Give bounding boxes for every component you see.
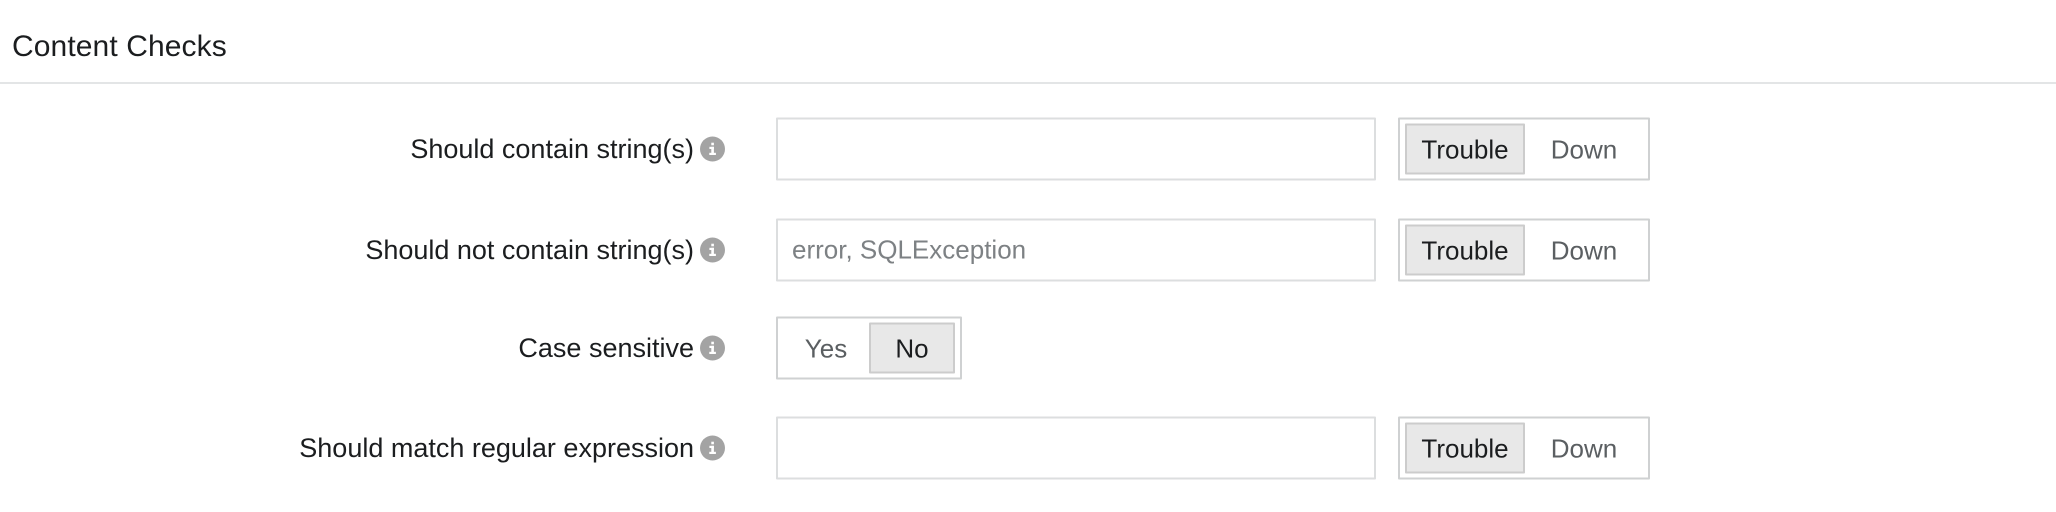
severity-option-trouble[interactable]: Trouble [1405,224,1525,276]
panel-header: Content Checks [0,0,2056,84]
label-should-match-regex: Should match regular expression [299,433,694,463]
label-should-contain: Should contain string(s) [410,134,694,164]
form-row-should-contain: Should contain string(s) Trouble Down [0,104,2056,194]
case-sensitive-option-yes[interactable]: Yes [783,323,869,374]
severity-option-down[interactable]: Down [1525,423,1643,474]
severity-toggle-should-contain[interactable]: Trouble Down [1398,117,1650,181]
case-sensitive-toggle[interactable]: Yes No [776,316,962,380]
info-icon[interactable] [700,237,725,263]
input-should-not-contain[interactable] [776,218,1376,282]
info-icon[interactable] [700,335,725,361]
label-should-not-contain: Should not contain string(s) [365,235,694,265]
page-title: Content Checks [12,30,227,63]
severity-option-down[interactable]: Down [1525,124,1643,175]
form-row-should-not-contain: Should not contain string(s) Trouble Dow… [0,205,2056,295]
form-row-should-match-regex: Should match regular expression Trouble … [0,403,2056,493]
label-case-sensitive: Case sensitive [518,333,694,363]
info-icon[interactable] [700,136,725,162]
input-should-match-regex[interactable] [776,416,1376,480]
input-should-contain[interactable] [776,117,1376,181]
severity-toggle-should-match-regex[interactable]: Trouble Down [1398,416,1650,480]
content-checks-panel: Content Checks Should contain string(s) … [0,0,2056,512]
info-icon[interactable] [700,435,725,461]
form-row-case-sensitive: Case sensitive Yes No [0,303,2056,393]
case-sensitive-option-no[interactable]: No [869,322,955,374]
severity-option-down[interactable]: Down [1525,225,1643,276]
severity-toggle-should-not-contain[interactable]: Trouble Down [1398,218,1650,282]
header-divider [0,82,2056,84]
severity-option-trouble[interactable]: Trouble [1405,422,1525,474]
severity-option-trouble[interactable]: Trouble [1405,123,1525,175]
